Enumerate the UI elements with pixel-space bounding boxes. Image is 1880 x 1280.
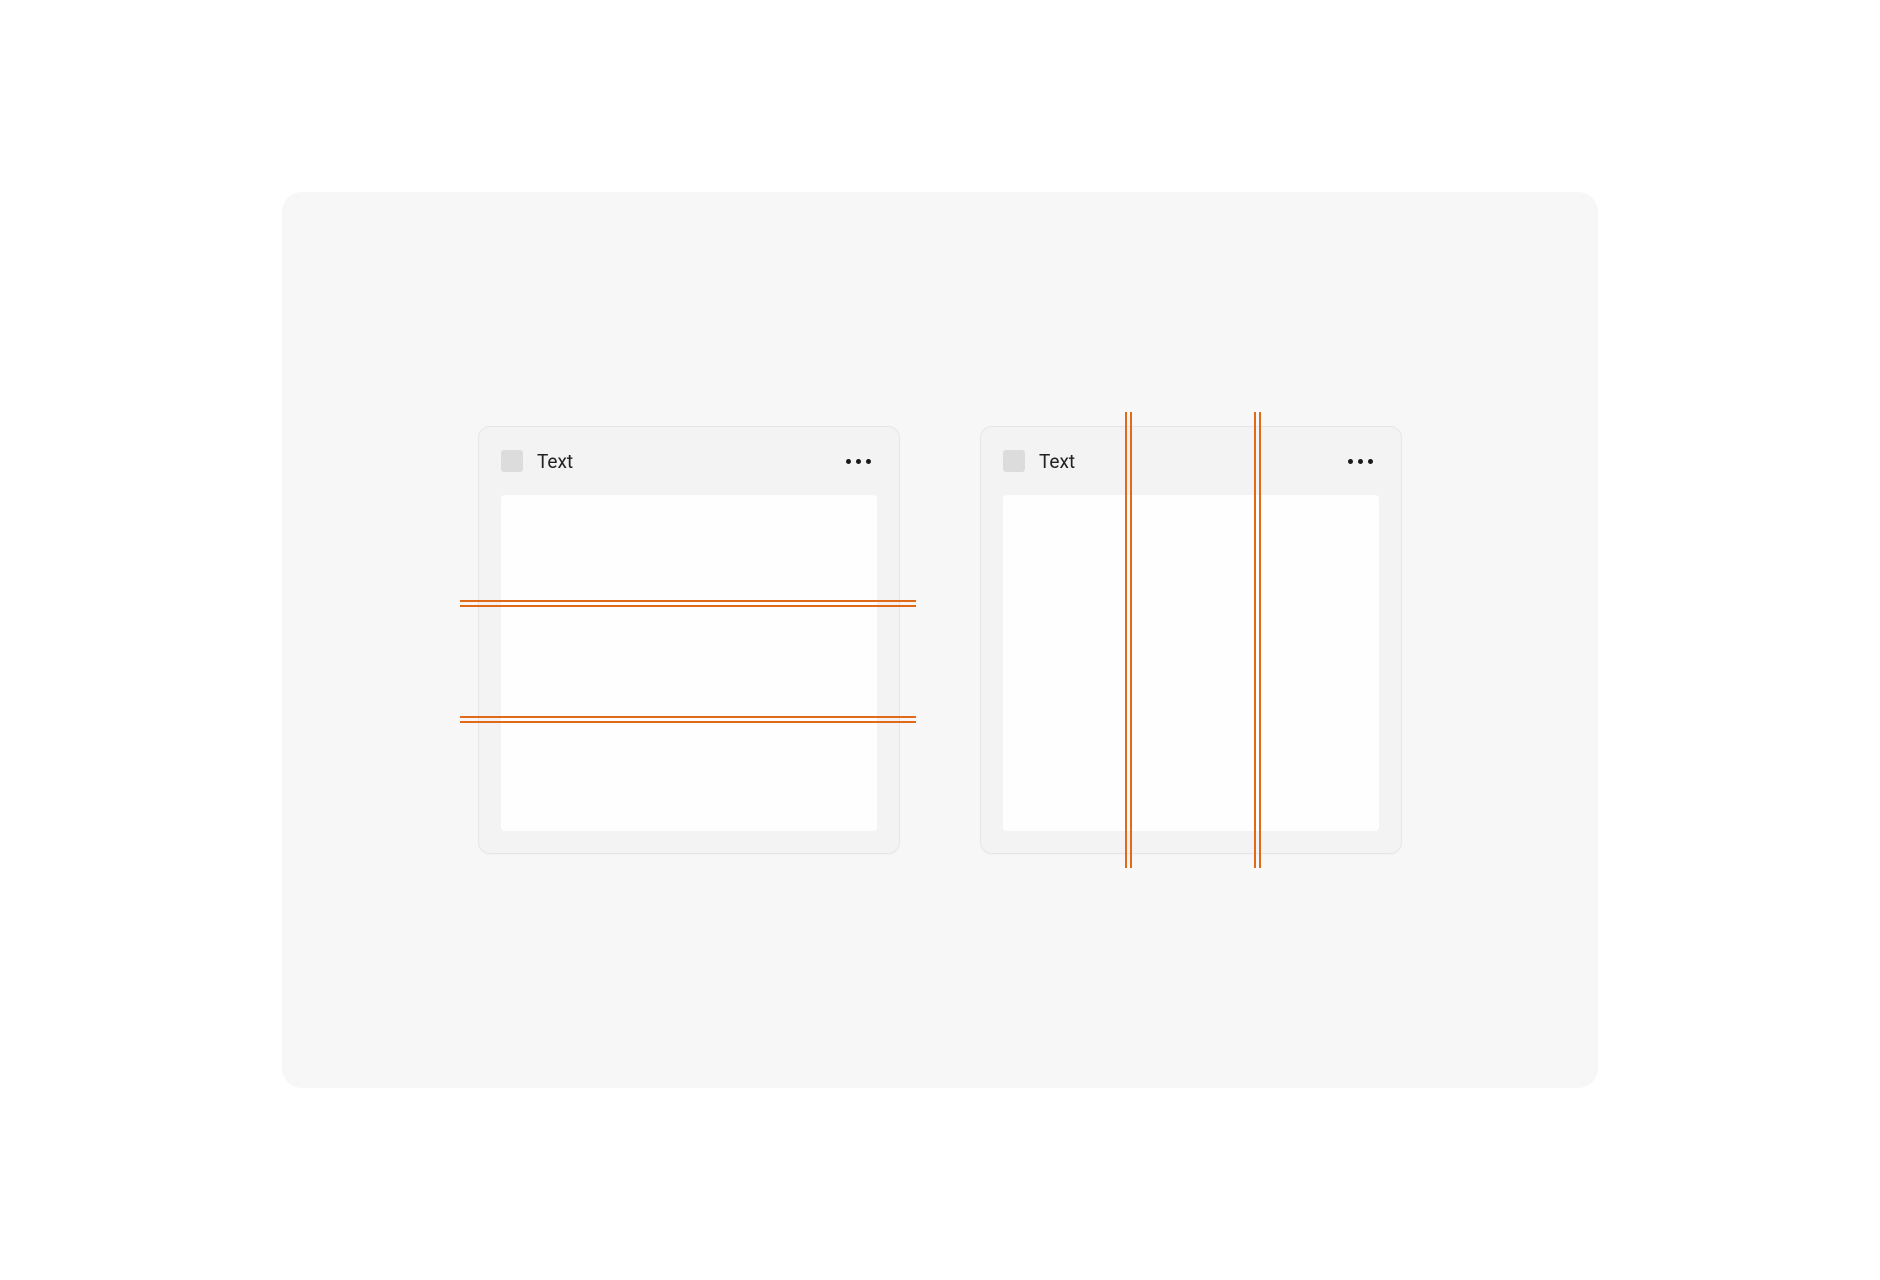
dot-icon xyxy=(1348,459,1353,464)
dot-icon xyxy=(1368,459,1373,464)
more-options-button[interactable] xyxy=(1342,453,1379,470)
card-vertical-split: Text xyxy=(980,426,1402,854)
card-body xyxy=(479,495,899,853)
more-options-button[interactable] xyxy=(840,453,877,470)
dot-icon xyxy=(1358,459,1363,464)
card-header-left: Text xyxy=(1003,450,1075,473)
card-horizontal-split: Text xyxy=(478,426,900,854)
card-title: Text xyxy=(1039,450,1075,473)
content-area xyxy=(1003,495,1379,831)
canvas: Text Text xyxy=(282,192,1598,1088)
card-body xyxy=(981,495,1401,853)
placeholder-icon xyxy=(1003,450,1025,472)
placeholder-icon xyxy=(501,450,523,472)
dot-icon xyxy=(846,459,851,464)
content-area xyxy=(501,495,877,831)
card-title: Text xyxy=(537,450,573,473)
dot-icon xyxy=(856,459,861,464)
dot-icon xyxy=(866,459,871,464)
card-header-left: Text xyxy=(501,450,573,473)
card-header: Text xyxy=(981,427,1401,495)
card-header: Text xyxy=(479,427,899,495)
